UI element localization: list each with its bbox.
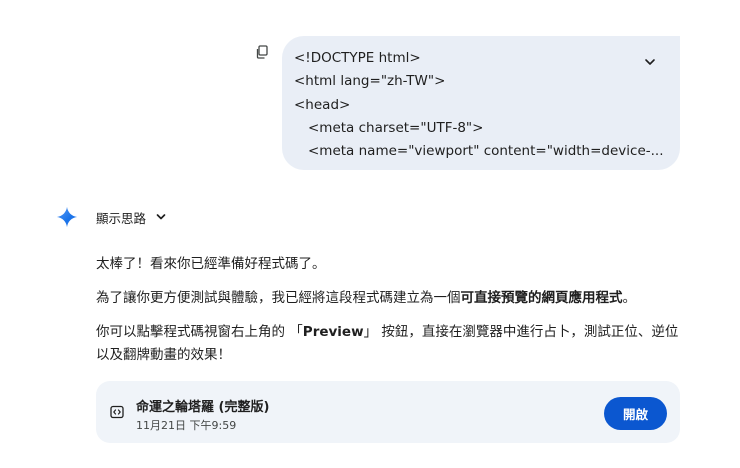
- copy-icon: [256, 45, 268, 59]
- artifact-date: 11月21日 下午9:59: [136, 419, 237, 432]
- show-thinking-toggle[interactable]: 顯示思路: [96, 208, 167, 227]
- chevron-down-icon[interactable]: [642, 54, 658, 70]
- user-message-line: <meta charset="UTF-8">: [308, 119, 484, 136]
- open-artifact-button[interactable]: 開啟: [604, 397, 667, 430]
- user-message-line: <!DOCTYPE html>: [294, 50, 421, 66]
- artifact-card[interactable]: 命運之輪塔羅 (完整版) 11月21日 下午9:59 開啟: [96, 381, 680, 443]
- response-paragraph: 太棒了！看來你已經準備好程式碼了。: [96, 256, 326, 272]
- user-message-line: <head>: [294, 96, 351, 113]
- chat-page: <!DOCTYPE html> <html lang="zh-TW"> <hea…: [0, 0, 740, 468]
- user-message-line: <meta name="viewport" content="width=dev…: [308, 143, 664, 160]
- model-response: 太棒了！看來你已經準備好程式碼了。 為了讓你更方便測試與體驗，我已經將這段程式碼…: [96, 253, 686, 378]
- share-icon[interactable]: [148, 461, 162, 468]
- code-icon: [110, 405, 124, 419]
- user-message-line: <html lang="zh-TW">: [294, 73, 446, 90]
- thinking-row: 顯示思路: [56, 206, 167, 228]
- thumb-up-icon[interactable]: [96, 461, 110, 468]
- artifact-title: 命運之輪塔羅 (完整版): [136, 400, 270, 415]
- user-message-bubble: <!DOCTYPE html> <html lang="zh-TW"> <hea…: [282, 36, 680, 170]
- response-paragraph: 為了讓你更方便測試與體驗，我已經將這段程式碼建立為一個可直接預覽的網頁應用程式。: [96, 290, 636, 306]
- copy-prompt-button[interactable]: [252, 42, 272, 62]
- response-actions: [96, 461, 162, 468]
- show-thinking-label: 顯示思路: [96, 210, 147, 226]
- response-paragraph: 你可以點擊程式碼視窗右上角的 「Preview」 按鈕，直接在瀏覽器中進行占卜，…: [96, 324, 679, 363]
- gemini-spark-icon: [56, 206, 78, 228]
- chevron-down-icon: [156, 214, 166, 220]
- thumb-down-icon[interactable]: [122, 461, 136, 468]
